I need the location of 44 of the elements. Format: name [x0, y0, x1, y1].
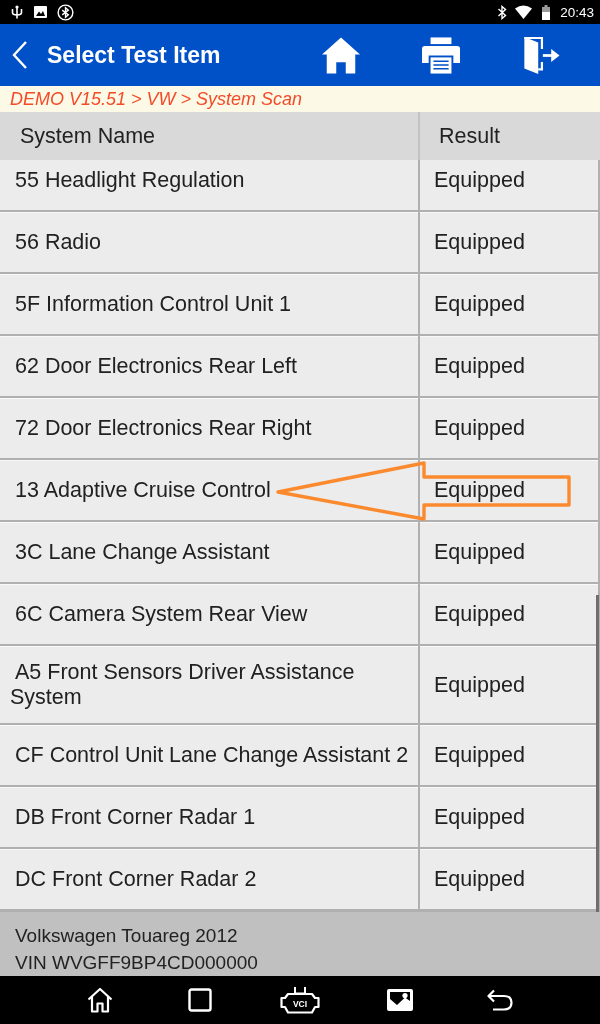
home-icon[interactable]	[322, 36, 360, 74]
result-cell: Equipped	[420, 398, 598, 458]
result-cell: Equipped	[420, 646, 598, 723]
bluetooth-icon	[497, 4, 508, 20]
system-name-cell[interactable]: 5F Information Control Unit 1	[0, 274, 418, 334]
breadcrumb-path: DEMO V15.51 > VW > System Scan	[0, 86, 600, 112]
result-cell: Equipped	[420, 725, 598, 785]
system-name-cell[interactable]: 55 Headlight Regulation	[0, 160, 418, 210]
result-cell: Equipped	[420, 849, 598, 909]
result-cell: Equipped	[420, 787, 598, 847]
battery-icon	[542, 4, 551, 20]
home-icon[interactable]	[87, 987, 113, 1013]
system-name-cell[interactable]: DB Front Corner Radar 1	[0, 787, 418, 847]
image-icon[interactable]	[387, 989, 413, 1011]
column-header: Result	[420, 112, 600, 160]
back-arrow-icon[interactable]	[487, 989, 513, 1011]
system-name-cell[interactable]: DC Front Corner Radar 2	[0, 849, 418, 909]
bluetooth-circle-icon	[57, 3, 74, 21]
vin-text: VIN WVGFF9BP4CD000000	[15, 951, 259, 975]
vehicle-model: Volkswagen Touareg 2012	[15, 924, 239, 948]
system-name-cell[interactable]: 13 Adaptive Cruise Control	[0, 460, 418, 520]
result-cell: Equipped	[420, 212, 598, 272]
result-cell: Equipped	[420, 336, 598, 396]
system-name-cell[interactable]: 56 Radio	[0, 212, 418, 272]
result-cell: Equipped	[420, 522, 598, 582]
chevron-left-icon[interactable]	[12, 41, 28, 69]
column-header: System Name	[0, 112, 418, 160]
result-cell: Equipped	[420, 274, 598, 334]
image-icon	[34, 6, 47, 18]
system-name-cell[interactable]: A5 Front Sensors Driver Assistance System	[0, 646, 418, 723]
system-name-cell[interactable]: 72 Door Electronics Rear Right	[0, 398, 418, 458]
system-name-cell[interactable]: 6C Camera System Rear View	[0, 584, 418, 644]
square-icon[interactable]	[188, 988, 212, 1012]
result-cell: Equipped	[420, 160, 598, 210]
usb-icon	[10, 5, 24, 19]
wifi-icon	[515, 5, 533, 19]
header-title: Select Test Item	[47, 41, 222, 69]
clock-text: 20:43	[560, 4, 594, 20]
door-arrow-icon[interactable]	[522, 36, 560, 74]
system-name-cell[interactable]: CF Control Unit Lane Change Assistant 2	[0, 725, 418, 785]
printer-icon[interactable]	[422, 36, 460, 74]
system-name-cell[interactable]: 62 Door Electronics Rear Left	[0, 336, 418, 396]
result-cell: Equipped	[420, 584, 598, 644]
system-name-cell[interactable]: 3C Lane Change Assistant	[0, 522, 418, 582]
